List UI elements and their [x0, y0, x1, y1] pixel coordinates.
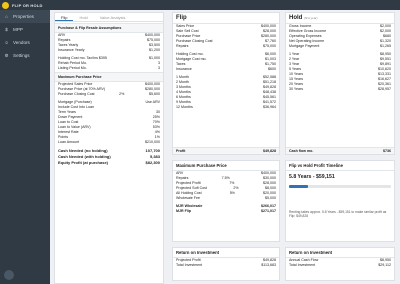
- cash-flow-row: Cash flow mo. $736: [286, 147, 394, 154]
- use-arv-toggle[interactable]: Use ARV: [145, 100, 160, 105]
- timeline-note: Renting takes approx. 5.8 Years - $59,15…: [289, 210, 387, 218]
- row-label: Profit: [176, 149, 186, 153]
- timeline-card: Flip vs Hold Profit Timeline 5.8 Years -…: [285, 160, 395, 242]
- sidebar-item-vendors[interactable]: ☺ Vendors: [0, 36, 50, 49]
- row-value: $271,017: [261, 209, 276, 213]
- field-value: $82,300: [145, 160, 160, 165]
- row-value: $28,957: [378, 87, 391, 91]
- sidebar: ⌂ Properties $ MPP ☺ Vendors ⚙ Settings: [0, 10, 50, 284]
- row-label: Mortgage Payment: [289, 44, 320, 48]
- avatar[interactable]: [4, 270, 14, 280]
- hold-card: Hold (first year) Gross Income $2,000 Eff…: [285, 12, 395, 155]
- card-title: Flip vs Hold Profit Timeline: [286, 161, 394, 171]
- row-label: Cash flow mo.: [289, 149, 314, 153]
- field-label: Insurance Yearly: [58, 48, 85, 52]
- tab-flip[interactable]: Flip: [55, 13, 74, 21]
- profit-row: Profit $49,828: [173, 147, 279, 154]
- tab-bar: Flip Hold Value Analysis: [55, 13, 163, 22]
- card-title: Return on Investment: [173, 248, 279, 258]
- row-label: 30 Years: [289, 87, 303, 91]
- assumptions-panel: Flip Hold Value Analysis Purchase & Flip…: [54, 12, 164, 284]
- roi-row: Total Investment $113,683: [173, 263, 279, 268]
- section-title: Purchase & Flip Resale Assumptions: [55, 23, 163, 33]
- sidebar-item-label: Vendors: [13, 40, 30, 45]
- card-title: Return on Investment: [286, 248, 394, 258]
- field-label: Loan Amount: [58, 140, 80, 144]
- row-value: $75,000: [263, 44, 276, 48]
- field-label: Listing Period Mo.: [58, 66, 87, 70]
- home-icon: ⌂: [5, 14, 8, 19]
- row-value: $36,964: [263, 105, 276, 109]
- section-title: Maximum Purchase Price: [55, 72, 163, 82]
- sidebar-item-settings[interactable]: ⚙ Settings: [0, 49, 50, 62]
- roi-row: Total Investment $29,112: [286, 263, 394, 268]
- row-label: Insurance: [176, 67, 192, 71]
- field-value[interactable]: $5,600: [149, 92, 160, 97]
- card-title-text: Maximum Purchase Price: [176, 163, 227, 168]
- field-label: Equity Profit (at purchase): [58, 160, 109, 165]
- logo-icon: [2, 1, 9, 9]
- timeline-track: [289, 185, 391, 188]
- people-icon: ☺: [4, 40, 9, 45]
- row-label: Repairs: [176, 44, 189, 48]
- row-label: Wholesale Fee: [176, 196, 200, 200]
- sidebar-item-label: Settings: [13, 53, 30, 58]
- roi-hold-card: Return on Investment Annual Cash Flow $8,…: [285, 247, 395, 281]
- brand-name: FLIP OR HOLD: [12, 2, 43, 8]
- row-label: 12 Months: [176, 105, 193, 109]
- roi-flip-card: Return on Investment Projected Profit $49…: [172, 247, 280, 281]
- row-label: Total Investment: [289, 263, 316, 267]
- month-row: 12 Months $36,964: [173, 105, 279, 110]
- sidebar-item-properties[interactable]: ⌂ Properties: [0, 10, 50, 23]
- app-window: FLIP OR HOLD ⌂ Properties $ MPP ☺ Vendor…: [0, 0, 400, 284]
- row-pct: 5%: [229, 191, 235, 195]
- card-title: Maximum Purchase Price: [173, 161, 279, 171]
- card-title-text: Hold: [289, 15, 303, 21]
- row-value: $600: [268, 67, 276, 71]
- card-title: Hold (first year): [286, 13, 394, 24]
- year-row: 30 Years $28,957: [286, 87, 394, 92]
- timeline-fill: [289, 185, 309, 188]
- profit-value: $49,828: [263, 149, 276, 153]
- card-subtitle: (first year): [304, 16, 318, 20]
- tab-value-analysis[interactable]: Value Analysis: [94, 13, 132, 21]
- gear-icon: ⚙: [4, 53, 9, 58]
- sidebar-item-mpp[interactable]: $ MPP: [0, 23, 50, 36]
- row-value: $29,112: [378, 263, 391, 267]
- timeline-headline: 5.8 Years - $59,151: [289, 174, 335, 180]
- row-value: $1,265: [380, 44, 391, 48]
- field-value: $210,000: [145, 140, 160, 144]
- row-label: MJR Flip: [176, 209, 191, 213]
- sidebar-item-label: Properties: [13, 14, 34, 19]
- sidebar-item-label: MPP: [13, 27, 23, 32]
- cash-flow-value: $736: [383, 149, 391, 153]
- cash-row: Equity Profit (at purchase) $82,300: [55, 160, 163, 166]
- tab-hold[interactable]: Hold: [73, 13, 93, 21]
- field-label: Purchase Closing Cost: [58, 92, 95, 96]
- field-value[interactable]: $1,200: [149, 48, 160, 53]
- field-value[interactable]: 3: [158, 66, 160, 71]
- row-value: $5,000: [264, 196, 276, 200]
- row-label: Total Investment: [176, 263, 203, 267]
- dollar-icon: $: [5, 27, 8, 32]
- field-pct[interactable]: 2%: [119, 92, 124, 97]
- flip-card: Flip Sales Price $400,000 Sale Sell Cost $…: [172, 12, 280, 155]
- row-value: $113,683: [261, 263, 276, 267]
- mjr-flip-row: MJR Flip $271,017: [173, 209, 279, 214]
- mpp-card: Maximum Purchase Price ARV $400,000 Repai…: [172, 160, 280, 242]
- card-title: Flip: [173, 13, 279, 24]
- input-row[interactable]: Listing Period Mo. 3: [55, 66, 163, 71]
- top-bar: FLIP OR HOLD: [0, 0, 400, 10]
